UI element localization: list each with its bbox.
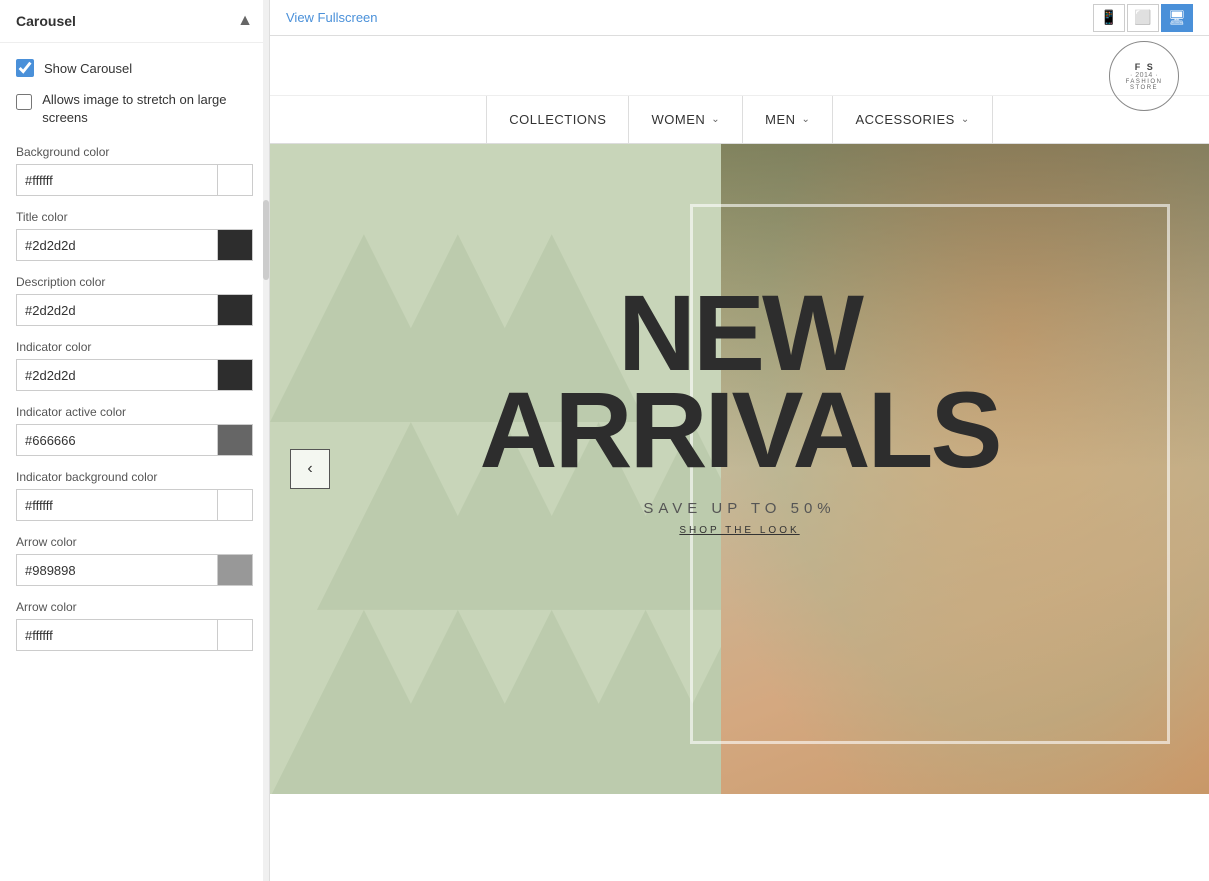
- field-indicator_active_color: Indicator active color: [16, 405, 253, 456]
- left-panel: Carousel ▲ Show Carousel Allows image to…: [0, 0, 270, 881]
- panel-header: Carousel ▲: [0, 0, 269, 43]
- color-swatch-desc_color[interactable]: [217, 294, 253, 326]
- hero-subtitle: SAVE UP TO 50%: [479, 500, 999, 517]
- logo-year: · 2014 ·: [1130, 72, 1158, 79]
- color-row-indicator_bg_color: [16, 489, 253, 521]
- preview-toolbar: View Fullscreen 📱 ⬜ 🖥: [270, 0, 1209, 36]
- field-indicator_color: Indicator color: [16, 340, 253, 391]
- color-input-arrow_color1[interactable]: [16, 554, 217, 586]
- carousel-hero: NEW ARRIVALS SAVE UP TO 50% SHOP THE LOO…: [270, 144, 1209, 794]
- store-logo: F S · 2014 · FASHION STORE: [1109, 41, 1179, 111]
- color-row-bg_color: [16, 164, 253, 196]
- device-icons: 📱 ⬜ 🖥: [1093, 4, 1193, 32]
- panel-title: Carousel: [16, 13, 76, 29]
- prev-icon: ‹: [307, 460, 312, 478]
- logo-name: FASHION STORE: [1110, 79, 1178, 91]
- panel-content: Show Carousel Allows image to stretch on…: [0, 43, 269, 881]
- logo-f: F: [1135, 62, 1141, 72]
- women-chevron-icon: ⌄: [711, 114, 720, 125]
- color-input-indicator_active_color[interactable]: [16, 424, 217, 456]
- color-row-indicator_active_color: [16, 424, 253, 456]
- store-nav: COLLECTIONS WOMEN ⌄ MEN ⌄ ACCESSORIES ⌄: [270, 96, 1209, 144]
- scrollbar-track: [263, 0, 269, 881]
- color-input-desc_color[interactable]: [16, 294, 217, 326]
- label-bg_color: Background color: [16, 145, 253, 159]
- color-row-arrow_color2: [16, 619, 253, 651]
- logo-s: S: [1147, 62, 1154, 72]
- nav-men-label: MEN: [765, 112, 795, 127]
- collapse-icon[interactable]: ▲: [237, 12, 253, 30]
- store-navbar: F S · 2014 · FASHION STORE: [270, 36, 1209, 96]
- color-row-indicator_color: [16, 359, 253, 391]
- scrollbar-thumb[interactable]: [263, 200, 269, 280]
- color-swatch-bg_color[interactable]: [217, 164, 253, 196]
- color-input-title_color[interactable]: [16, 229, 217, 261]
- label-title_color: Title color: [16, 210, 253, 224]
- color-row-arrow_color1: [16, 554, 253, 586]
- mobile-btn[interactable]: 📱: [1093, 4, 1125, 32]
- hero-text-block: NEW ARRIVALS SAVE UP TO 50% SHOP THE LOO…: [479, 284, 999, 536]
- color-row-title_color: [16, 229, 253, 261]
- desktop-btn[interactable]: 🖥: [1161, 4, 1193, 32]
- hero-title-new: NEW: [479, 284, 999, 381]
- color-input-bg_color[interactable]: [16, 164, 217, 196]
- color-swatch-arrow_color2[interactable]: [217, 619, 253, 651]
- nav-collections-label: COLLECTIONS: [509, 112, 606, 127]
- nav-item-men[interactable]: MEN ⌄: [743, 96, 833, 144]
- label-indicator_color: Indicator color: [16, 340, 253, 354]
- label-indicator_active_color: Indicator active color: [16, 405, 253, 419]
- color-swatch-indicator_active_color[interactable]: [217, 424, 253, 456]
- stretch-row: Allows image to stretch on large screens: [16, 91, 253, 127]
- color-swatch-title_color[interactable]: [217, 229, 253, 261]
- preview-container: F S · 2014 · FASHION STORE COLLECTIONS W…: [270, 36, 1209, 881]
- stretch-checkbox[interactable]: [16, 93, 32, 111]
- field-arrow_color2: Arrow color: [16, 600, 253, 651]
- field-arrow_color1: Arrow color: [16, 535, 253, 586]
- color-row-desc_color: [16, 294, 253, 326]
- nav-item-women[interactable]: WOMEN ⌄: [629, 96, 743, 144]
- accessories-chevron-icon: ⌄: [961, 114, 970, 125]
- nav-item-collections[interactable]: COLLECTIONS: [486, 96, 629, 144]
- nav-item-accessories[interactable]: ACCESSORIES ⌄: [833, 96, 992, 144]
- label-arrow_color2: Arrow color: [16, 600, 253, 614]
- field-indicator_bg_color: Indicator background color: [16, 470, 253, 521]
- color-input-indicator_bg_color[interactable]: [16, 489, 217, 521]
- hero-title-arrivals: ARRIVALS: [479, 381, 999, 478]
- label-desc_color: Description color: [16, 275, 253, 289]
- field-title_color: Title color: [16, 210, 253, 261]
- color-fields: Background color Title color Description c…: [16, 145, 253, 651]
- label-arrow_color1: Arrow color: [16, 535, 253, 549]
- view-fullscreen-link[interactable]: View Fullscreen: [286, 10, 378, 25]
- field-desc_color: Description color: [16, 275, 253, 326]
- field-bg_color: Background color: [16, 145, 253, 196]
- show-carousel-checkbox[interactable]: [16, 59, 34, 77]
- show-carousel-label: Show Carousel: [44, 61, 132, 76]
- color-input-indicator_color[interactable]: [16, 359, 217, 391]
- show-carousel-row: Show Carousel: [16, 59, 253, 77]
- carousel-prev-btn[interactable]: ‹: [290, 449, 330, 489]
- hero-cta[interactable]: SHOP THE LOOK: [479, 525, 999, 536]
- nav-accessories-label: ACCESSORIES: [855, 112, 954, 127]
- men-chevron-icon: ⌄: [802, 114, 811, 125]
- color-swatch-indicator_bg_color[interactable]: [217, 489, 253, 521]
- color-swatch-arrow_color1[interactable]: [217, 554, 253, 586]
- color-input-arrow_color2[interactable]: [16, 619, 217, 651]
- stretch-label: Allows image to stretch on large screens: [42, 91, 253, 127]
- label-indicator_bg_color: Indicator background color: [16, 470, 253, 484]
- color-swatch-indicator_color[interactable]: [217, 359, 253, 391]
- right-area: View Fullscreen 📱 ⬜ 🖥 F S · 2014 · FASHI…: [270, 0, 1209, 881]
- tablet-btn[interactable]: ⬜: [1127, 4, 1159, 32]
- nav-women-label: WOMEN: [651, 112, 705, 127]
